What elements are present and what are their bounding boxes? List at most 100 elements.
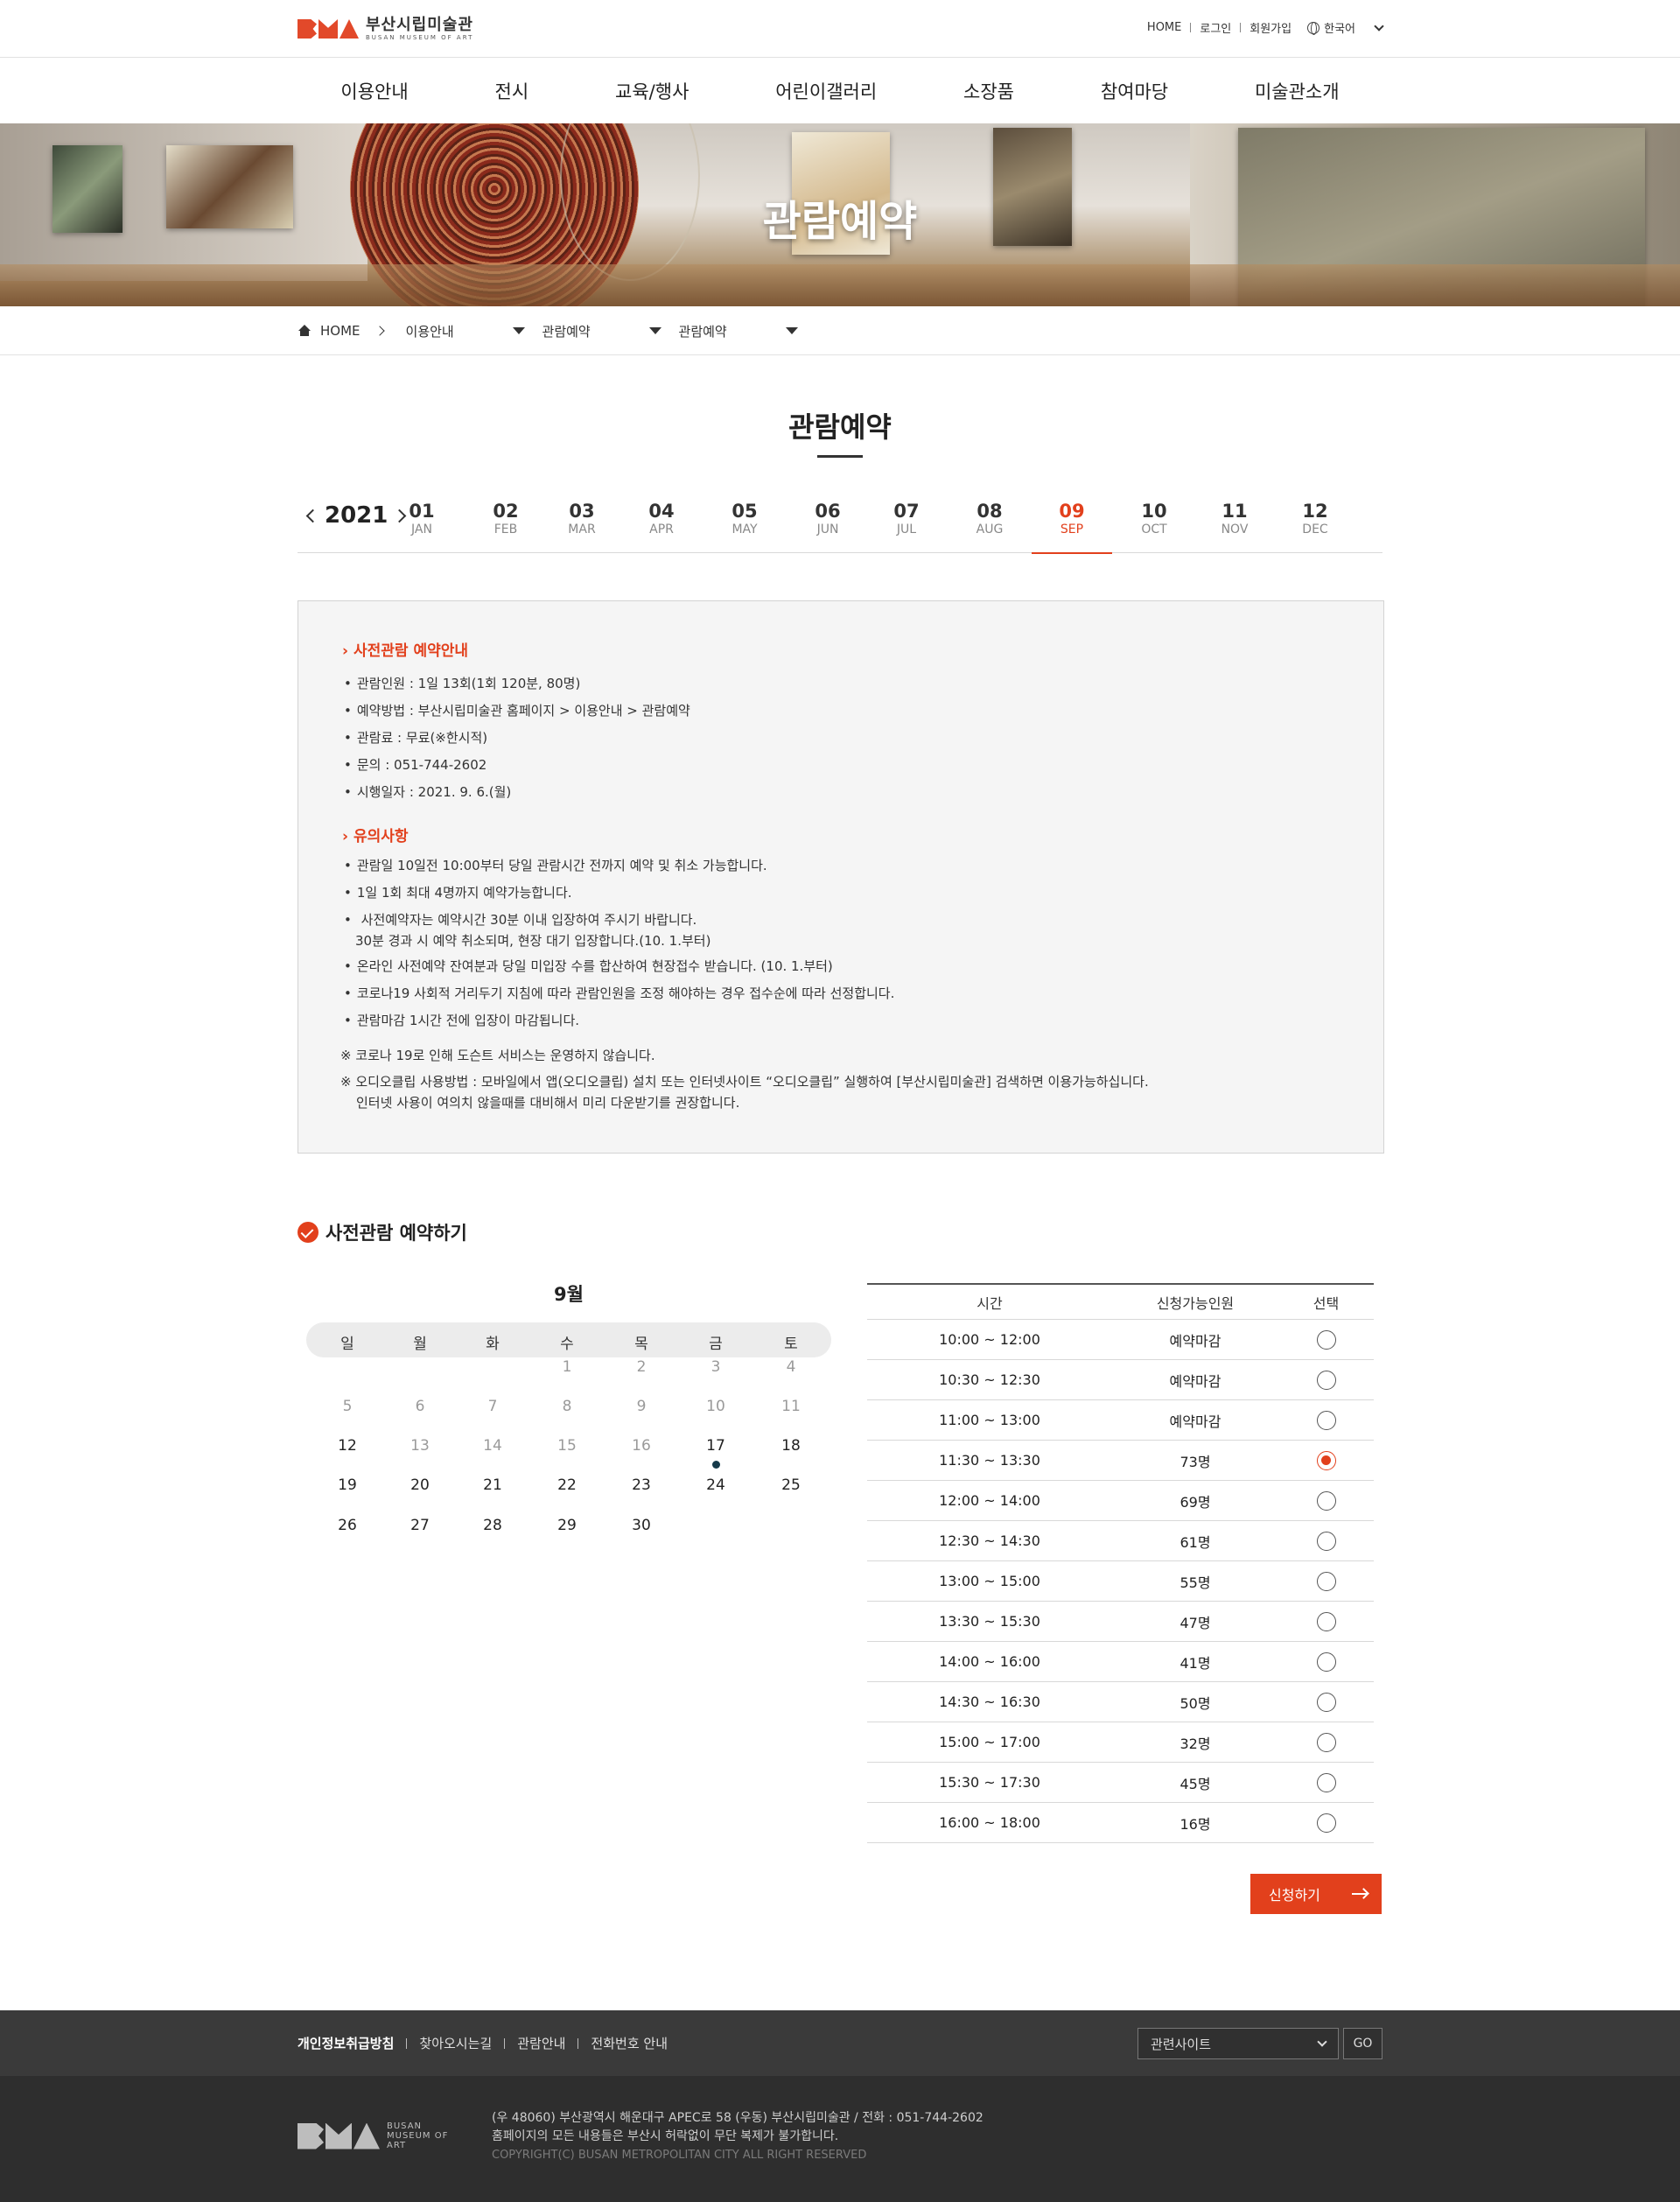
slot-availability: 예약마감 (1169, 1332, 1222, 1350)
page-title: 관람예약 (788, 410, 892, 444)
slot-select-cell (1278, 1410, 1374, 1430)
apply-button[interactable]: 신청하기 (1250, 1874, 1382, 1914)
gnb-item-about[interactable]: 미술관소개 (1255, 78, 1340, 104)
slot-radio[interactable] (1316, 1772, 1336, 1792)
info-item: 예약방법 : 부산시립미술관 홈페이지 > 이용안내 > 관람예약 (344, 700, 690, 721)
note-docent: ※ 코로나 19로 인해 도슨트 서비스는 운영하지 않습니다. (340, 1048, 655, 1063)
table-row[interactable]: 14:00 ~ 16:00 41명 (867, 1642, 1374, 1682)
calendar-day[interactable]: 12 (312, 1437, 382, 1463)
gnb-item-education[interactable]: 교육/행사 (615, 78, 689, 104)
table-row[interactable]: 10:30 ~ 12:30 예약마감 (867, 1360, 1374, 1400)
slot-select-cell (1278, 1652, 1374, 1672)
slot-radio[interactable] (1316, 1329, 1336, 1350)
month-tab-oct[interactable]: 10 OCT (1114, 490, 1194, 553)
slot-radio[interactable] (1316, 1490, 1336, 1511)
footer-link-phone[interactable]: 전화번호 안내 (591, 2034, 668, 2052)
month-tab-mar[interactable]: 03 MAR (542, 490, 622, 553)
table-row[interactable]: 11:30 ~ 13:30 73명 (867, 1441, 1374, 1481)
gnb-item-participation[interactable]: 참여마당 (1101, 78, 1168, 104)
month-tab-jan[interactable]: 01 JAN (382, 490, 462, 553)
table-row[interactable]: 15:30 ~ 17:30 45명 (867, 1763, 1374, 1803)
time-slot-table: 시간 신청가능인원 선택 10:00 ~ 12:00 예약마감 10:30 ~ 12… (867, 1283, 1374, 1843)
notice-item-line2: 30분 경과 시 예약 취소되며, 현장 대기 입장합니다.(10. 1.부터) (355, 933, 711, 949)
util-login-link[interactable]: 로그인 (1200, 19, 1231, 36)
gnb-item-usage[interactable]: 이용안내 (340, 78, 408, 104)
slot-availability: 47명 (1180, 1614, 1211, 1631)
month-tab-may[interactable]: 05 MAY (704, 490, 785, 553)
chevron-right-icon (374, 326, 385, 336)
month-tab-apr[interactable]: 04 APR (621, 490, 702, 553)
util-home-link[interactable]: HOME (1147, 21, 1181, 34)
slot-time: 10:00 ~ 12:00 (939, 1331, 1040, 1348)
month-tab-nov[interactable]: 11 NOV (1194, 490, 1275, 553)
breadcrumb-select-level1[interactable]: 이용안내 (406, 322, 542, 340)
footer-link-privacy[interactable]: 개인정보취급방침 (298, 2034, 394, 2052)
slot-radio[interactable] (1316, 1450, 1336, 1470)
table-row[interactable]: 14:30 ~ 16:30 50명 (867, 1682, 1374, 1722)
slot-radio[interactable] (1316, 1571, 1336, 1591)
month-tab-jun[interactable]: 06 JUN (788, 490, 868, 553)
breadcrumb-home[interactable]: HOME (320, 323, 360, 339)
breadcrumb-select-level3[interactable]: 관람예약 (679, 322, 816, 340)
calendar-day[interactable]: 22 (532, 1476, 602, 1503)
calendar-day: 16 (632, 1437, 651, 1455)
gnb-item-kids-gallery[interactable]: 어린이갤러리 (775, 78, 877, 104)
table-row[interactable]: 10:00 ~ 12:00 예약마감 (867, 1320, 1374, 1360)
calendar-day[interactable]: 28 (458, 1517, 528, 1543)
month-tab-feb[interactable]: 02 FEB (466, 490, 546, 553)
caret-down-icon (648, 327, 662, 334)
month-tab-aug[interactable]: 08 AUG (949, 490, 1030, 553)
calendar-day[interactable]: 27 (385, 1517, 455, 1543)
calendar-day[interactable]: 24 (681, 1476, 751, 1503)
table-row[interactable]: 12:00 ~ 14:00 69명 (867, 1481, 1374, 1521)
bma-logo-icon (298, 19, 359, 39)
table-row[interactable]: 15:00 ~ 17:00 32명 (867, 1722, 1374, 1763)
table-row[interactable]: 16:00 ~ 18:00 16명 (867, 1803, 1374, 1843)
slot-select-cell (1278, 1772, 1374, 1792)
slot-radio[interactable] (1316, 1732, 1336, 1752)
slot-radio[interactable] (1316, 1611, 1336, 1631)
note-audioclip: ※ 오디오클립 사용방법 : 모바일에서 앱(오디오클립) 설치 또는 인터넷사… (340, 1071, 1149, 1113)
gnb-item-collection[interactable]: 소장품 (963, 78, 1014, 104)
go-button[interactable]: GO (1343, 2028, 1382, 2059)
slot-radio[interactable] (1316, 1410, 1336, 1430)
table-row[interactable]: 12:30 ~ 14:30 61명 (867, 1521, 1374, 1561)
breadcrumb-level1-label: 이용안내 (405, 323, 454, 340)
prev-year-icon[interactable] (305, 508, 320, 522)
month-tab-sep[interactable]: 09 SEP (1032, 490, 1112, 554)
calendar-day[interactable]: 23 (606, 1476, 676, 1503)
calendar-day[interactable]: 21 (458, 1476, 528, 1503)
table-row[interactable]: 13:00 ~ 15:00 55명 (867, 1561, 1374, 1602)
month-tab-jul[interactable]: 07 JUL (866, 490, 947, 553)
calendar-day[interactable]: 25 (756, 1476, 826, 1503)
calendar-day[interactable]: 19 (312, 1476, 382, 1503)
calendar-day[interactable]: 30 (606, 1517, 676, 1543)
related-sites-select[interactable]: 관련사이트 (1138, 2028, 1339, 2059)
site-logo[interactable]: 부산시립미술관 BUSAN MUSEUM OF ART (298, 16, 473, 42)
language-selector[interactable]: 한국어 (1307, 19, 1384, 36)
calendar-day[interactable]: 18 (756, 1437, 826, 1463)
slot-availability: 16명 (1180, 1815, 1211, 1833)
slot-radio[interactable] (1316, 1370, 1336, 1390)
table-row[interactable]: 13:30 ~ 15:30 47명 (867, 1602, 1374, 1642)
util-signup-link[interactable]: 회원가입 (1250, 19, 1292, 36)
calendar-day-selected[interactable]: 17 (681, 1437, 751, 1469)
footer-link-visit-info[interactable]: 관람안내 (517, 2034, 565, 2052)
calendar-day: 7 (487, 1398, 498, 1415)
calendar-day[interactable]: 20 (385, 1476, 455, 1503)
calendar-day: 5 (342, 1398, 353, 1415)
table-row[interactable]: 11:00 ~ 13:00 예약마감 (867, 1400, 1374, 1441)
info-item: 문의 : 051-744-2602 (344, 754, 486, 775)
slot-radio[interactable] (1316, 1813, 1336, 1833)
slot-time: 12:30 ~ 14:30 (939, 1532, 1040, 1549)
footer-link-directions[interactable]: 찾아오시는길 (419, 2034, 492, 2052)
slot-radio[interactable] (1316, 1692, 1336, 1712)
slot-radio[interactable] (1316, 1652, 1336, 1672)
footer-links: 개인정보취급방침 찾아오시는길 관람안내 전화번호 안내 (298, 2010, 668, 2076)
slot-radio[interactable] (1316, 1531, 1336, 1551)
gnb-item-exhibition[interactable]: 전시 (495, 78, 529, 104)
month-tab-dec[interactable]: 12 DEC (1275, 490, 1355, 553)
breadcrumb-select-level2[interactable]: 관람예약 (542, 322, 679, 340)
calendar-day[interactable]: 29 (532, 1517, 602, 1543)
calendar-day[interactable]: 26 (312, 1517, 382, 1543)
